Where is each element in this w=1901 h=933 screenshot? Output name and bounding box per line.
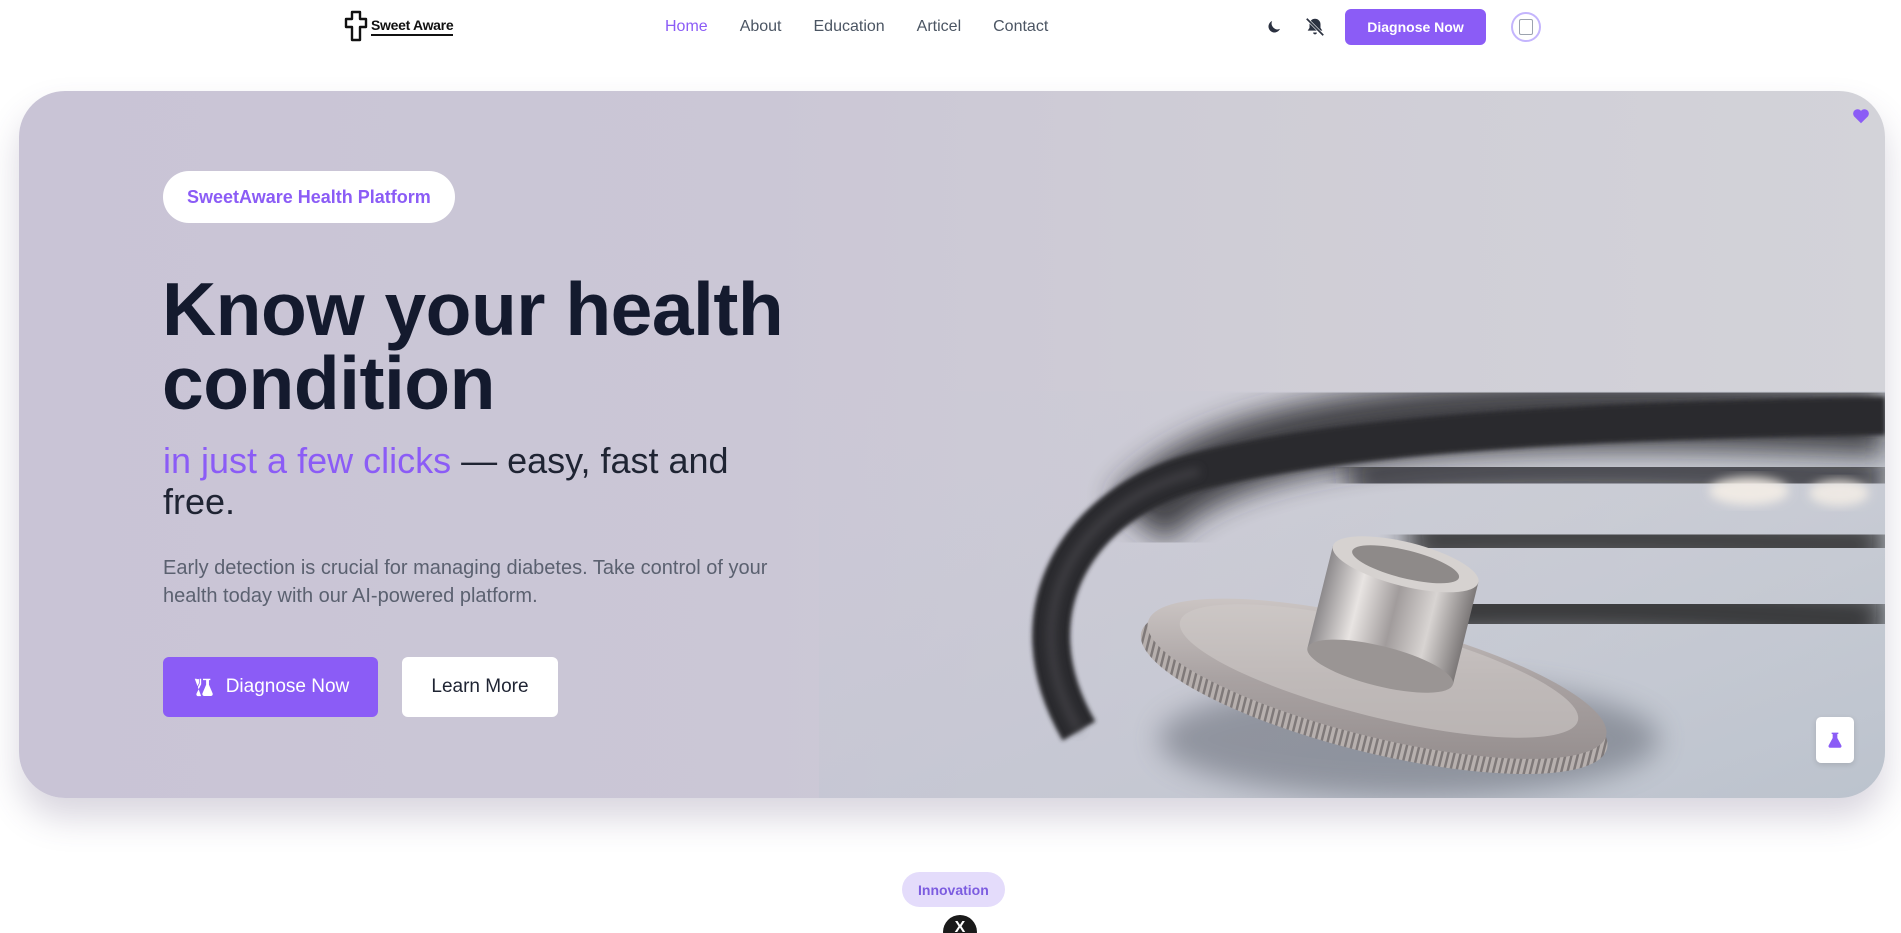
flask-icon bbox=[194, 678, 213, 697]
hero-subline-accent: in just a few clicks bbox=[163, 440, 452, 481]
innovation-badge: Innovation bbox=[902, 872, 1005, 907]
hero-headline: Know your health condition bbox=[162, 267, 784, 425]
nav-link-contact[interactable]: Contact bbox=[993, 18, 1048, 36]
nav-actions: Diagnose Now bbox=[1262, 9, 1541, 45]
platform-badge: SweetAware Health Platform bbox=[163, 171, 455, 223]
heart-icon bbox=[1852, 108, 1870, 129]
learn-more-button[interactable]: Learn More bbox=[402, 657, 558, 717]
nav-diagnose-button[interactable]: Diagnose Now bbox=[1345, 9, 1486, 45]
hero-description: Early detection is crucial for managing … bbox=[163, 557, 768, 607]
diagnose-now-label: Diagnose Now bbox=[225, 676, 350, 697]
diagnose-now-button[interactable]: Diagnose Now bbox=[163, 657, 378, 717]
nav-link-education[interactable]: Education bbox=[814, 18, 885, 36]
bell-off-icon[interactable] bbox=[1303, 15, 1327, 39]
avatar[interactable] bbox=[1511, 12, 1541, 42]
flask-icon bbox=[1828, 732, 1842, 748]
hero-section: SweetAware Health Platform Know your hea… bbox=[19, 91, 1885, 798]
logo-text: Sweet Aware bbox=[371, 17, 454, 36]
floating-flask-button[interactable] bbox=[1816, 717, 1854, 763]
nav-links: Home About Education Articel Contact bbox=[665, 18, 1048, 36]
nav-link-about[interactable]: About bbox=[740, 18, 782, 36]
moon-icon[interactable] bbox=[1262, 15, 1286, 39]
hero-subline: in just a few clicks — easy, fast and fr… bbox=[163, 440, 803, 522]
medical-cross-icon bbox=[344, 10, 368, 42]
nav-link-articel[interactable]: Articel bbox=[917, 18, 961, 36]
top-navbar: Sweet Aware Home About Education Articel… bbox=[0, 0, 1901, 54]
logo[interactable]: Sweet Aware bbox=[344, 10, 454, 42]
nav-link-home[interactable]: Home bbox=[665, 18, 708, 36]
x-logo-icon: X bbox=[943, 915, 977, 933]
